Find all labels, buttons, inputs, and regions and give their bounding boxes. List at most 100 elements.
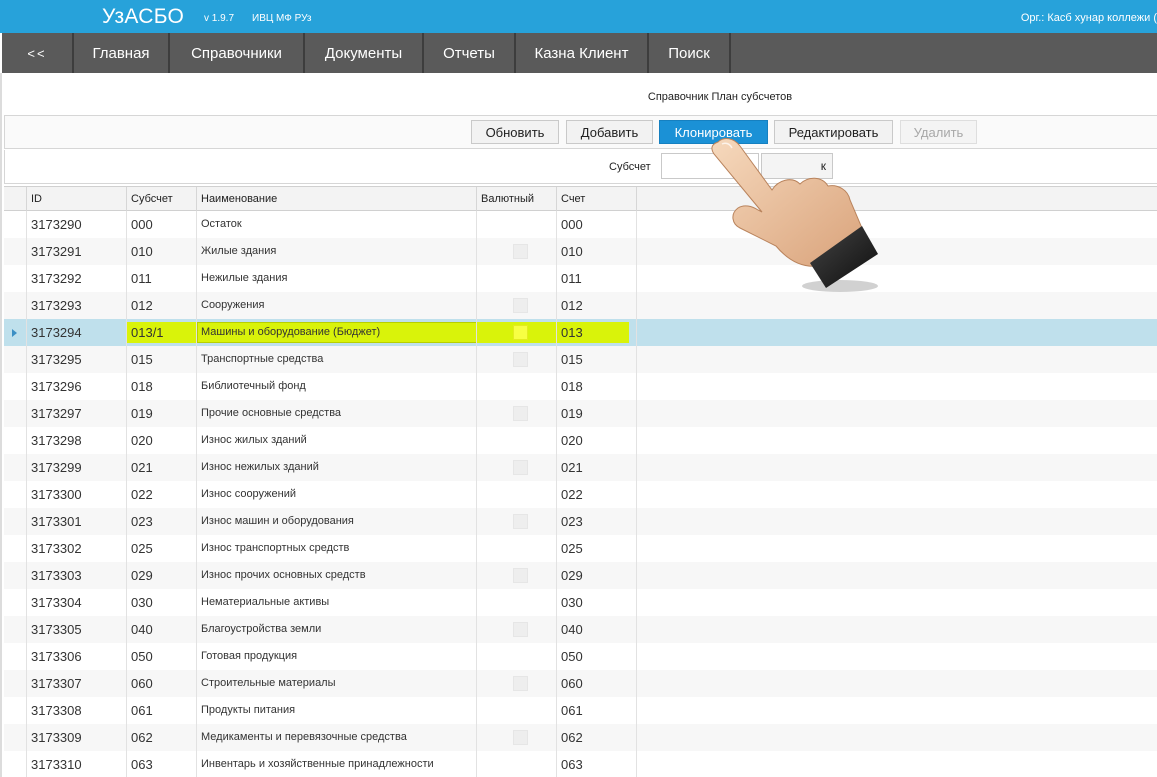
table-row[interactable]: 3173295 015 Транспортные средства 015 bbox=[4, 346, 1157, 373]
cell-name[interactable]: Готовая продукция bbox=[197, 643, 477, 670]
cell-id[interactable]: 3173310 bbox=[27, 751, 127, 777]
cell-subaccount[interactable]: 018 bbox=[127, 373, 197, 400]
cell-account[interactable]: 013 bbox=[557, 319, 637, 346]
nav-treasury-client[interactable]: Казна Клиент bbox=[516, 33, 649, 73]
header-account[interactable]: Счет bbox=[557, 187, 637, 211]
cell-name[interactable]: Износ жилых зданий bbox=[197, 427, 477, 454]
cell-account[interactable]: 062 bbox=[557, 724, 637, 751]
cell-account[interactable]: 010 bbox=[557, 238, 637, 265]
cell-name[interactable]: Износ транспортных средств bbox=[197, 535, 477, 562]
cell-name[interactable]: Транспортные средства bbox=[197, 346, 477, 373]
cell-subaccount[interactable]: 040 bbox=[127, 616, 197, 643]
cell-account[interactable]: 012 bbox=[557, 292, 637, 319]
table-row[interactable]: 3173291 010 Жилые здания 010 bbox=[4, 238, 1157, 265]
table-row[interactable]: 3173301 023 Износ машин и оборудования 023 bbox=[4, 508, 1157, 535]
cell-account[interactable]: 022 bbox=[557, 481, 637, 508]
cell-subaccount[interactable]: 060 bbox=[127, 670, 197, 697]
table-row[interactable]: 3173296 018 Библиотечный фонд 018 bbox=[4, 373, 1157, 400]
currency-checkbox[interactable] bbox=[513, 352, 528, 367]
cell-name[interactable]: Износ нежилых зданий bbox=[197, 454, 477, 481]
cell-subaccount[interactable]: 000 bbox=[127, 211, 197, 238]
cell-currency[interactable] bbox=[477, 211, 557, 238]
cell-currency[interactable] bbox=[477, 535, 557, 562]
table-row[interactable]: 3173290 000 Остаток 000 bbox=[4, 211, 1157, 238]
table-row[interactable]: 3173299 021 Износ нежилых зданий 021 bbox=[4, 454, 1157, 481]
cell-currency[interactable] bbox=[477, 400, 557, 427]
cell-subaccount[interactable]: 015 bbox=[127, 346, 197, 373]
cell-id[interactable]: 3173293 bbox=[27, 292, 127, 319]
row-selector-cell[interactable] bbox=[4, 400, 27, 427]
cell-id[interactable]: 3173291 bbox=[27, 238, 127, 265]
cell-id[interactable]: 3173301 bbox=[27, 508, 127, 535]
cell-id[interactable]: 3173295 bbox=[27, 346, 127, 373]
table-row[interactable]: 3173308 061 Продукты питания 061 bbox=[4, 697, 1157, 724]
cell-name[interactable]: Машины и оборудование (Бюджет) bbox=[197, 319, 477, 346]
cell-subaccount[interactable]: 061 bbox=[127, 697, 197, 724]
cell-name[interactable]: Инвентарь и хозяйственные принадлежности bbox=[197, 751, 477, 777]
cell-currency[interactable] bbox=[477, 427, 557, 454]
row-selector-cell[interactable] bbox=[4, 238, 27, 265]
row-selector-cell[interactable] bbox=[4, 292, 27, 319]
cell-account[interactable]: 030 bbox=[557, 589, 637, 616]
row-selector-cell[interactable] bbox=[4, 265, 27, 292]
cell-account[interactable]: 015 bbox=[557, 346, 637, 373]
cell-id[interactable]: 3173304 bbox=[27, 589, 127, 616]
row-selector-cell[interactable] bbox=[4, 670, 27, 697]
cell-id[interactable]: 3173290 bbox=[27, 211, 127, 238]
cell-name[interactable]: Библиотечный фонд bbox=[197, 373, 477, 400]
table-row-selected[interactable]: 3173294 013/1 Машины и оборудование (Бюдже… bbox=[4, 319, 1157, 346]
cell-currency[interactable] bbox=[477, 751, 557, 777]
header-id[interactable]: ID bbox=[27, 187, 127, 211]
cell-id[interactable]: 3173305 bbox=[27, 616, 127, 643]
row-selector-cell[interactable] bbox=[4, 562, 27, 589]
cell-currency[interactable] bbox=[477, 508, 557, 535]
cell-id[interactable]: 3173309 bbox=[27, 724, 127, 751]
cell-currency[interactable] bbox=[477, 481, 557, 508]
cell-id[interactable]: 3173292 bbox=[27, 265, 127, 292]
cell-subaccount[interactable]: 050 bbox=[127, 643, 197, 670]
currency-checkbox[interactable] bbox=[513, 676, 528, 691]
row-selector-cell[interactable] bbox=[4, 346, 27, 373]
cell-account[interactable]: 029 bbox=[557, 562, 637, 589]
table-row[interactable]: 3173304 030 Нематериальные активы 030 bbox=[4, 589, 1157, 616]
row-selector-cell[interactable] bbox=[4, 319, 27, 346]
currency-checkbox[interactable] bbox=[513, 298, 528, 313]
cell-name[interactable]: Благоустройства земли bbox=[197, 616, 477, 643]
nav-search[interactable]: Поиск bbox=[649, 33, 731, 73]
cell-currency[interactable] bbox=[477, 697, 557, 724]
table-row[interactable]: 3173293 012 Сооружения 012 bbox=[4, 292, 1157, 319]
cell-currency[interactable] bbox=[477, 454, 557, 481]
table-row[interactable]: 3173309 062 Медикаменты и перевязочные сре… bbox=[4, 724, 1157, 751]
row-selector-cell[interactable] bbox=[4, 724, 27, 751]
cell-account[interactable]: 061 bbox=[557, 697, 637, 724]
header-currency[interactable]: Валютный bbox=[477, 187, 557, 211]
cell-name[interactable]: Износ прочих основных средств bbox=[197, 562, 477, 589]
cell-currency[interactable] bbox=[477, 319, 557, 346]
table-row[interactable]: 3173306 050 Готовая продукция 050 bbox=[4, 643, 1157, 670]
cell-account[interactable]: 060 bbox=[557, 670, 637, 697]
cell-id[interactable]: 3173294 bbox=[27, 319, 127, 346]
cell-account[interactable]: 063 bbox=[557, 751, 637, 777]
cell-name[interactable]: Строительные материалы bbox=[197, 670, 477, 697]
table-row[interactable]: 3173310 063 Инвентарь и хозяйственные прин… bbox=[4, 751, 1157, 777]
row-selector-cell[interactable] bbox=[4, 454, 27, 481]
row-selector-cell[interactable] bbox=[4, 535, 27, 562]
cell-currency[interactable] bbox=[477, 724, 557, 751]
cell-name[interactable]: Износ машин и оборудования bbox=[197, 508, 477, 535]
cell-currency[interactable] bbox=[477, 292, 557, 319]
table-row[interactable]: 3173303 029 Износ прочих основных средств 0… bbox=[4, 562, 1157, 589]
table-row[interactable]: 3173292 011 Нежилые здания 011 bbox=[4, 265, 1157, 292]
cell-account[interactable]: 050 bbox=[557, 643, 637, 670]
cell-currency[interactable] bbox=[477, 562, 557, 589]
table-row[interactable]: 3173302 025 Износ транспортных средств 025 bbox=[4, 535, 1157, 562]
delete-button[interactable]: Удалить bbox=[900, 120, 977, 144]
row-selector-cell[interactable] bbox=[4, 481, 27, 508]
nav-home[interactable]: Главная bbox=[74, 33, 170, 73]
cell-name[interactable]: Жилые здания bbox=[197, 238, 477, 265]
add-button[interactable]: Добавить bbox=[566, 120, 653, 144]
cell-currency[interactable] bbox=[477, 265, 557, 292]
row-selector-cell[interactable] bbox=[4, 211, 27, 238]
table-row[interactable]: 3173298 020 Износ жилых зданий 020 bbox=[4, 427, 1157, 454]
cell-subaccount[interactable]: 019 bbox=[127, 400, 197, 427]
cell-currency[interactable] bbox=[477, 238, 557, 265]
